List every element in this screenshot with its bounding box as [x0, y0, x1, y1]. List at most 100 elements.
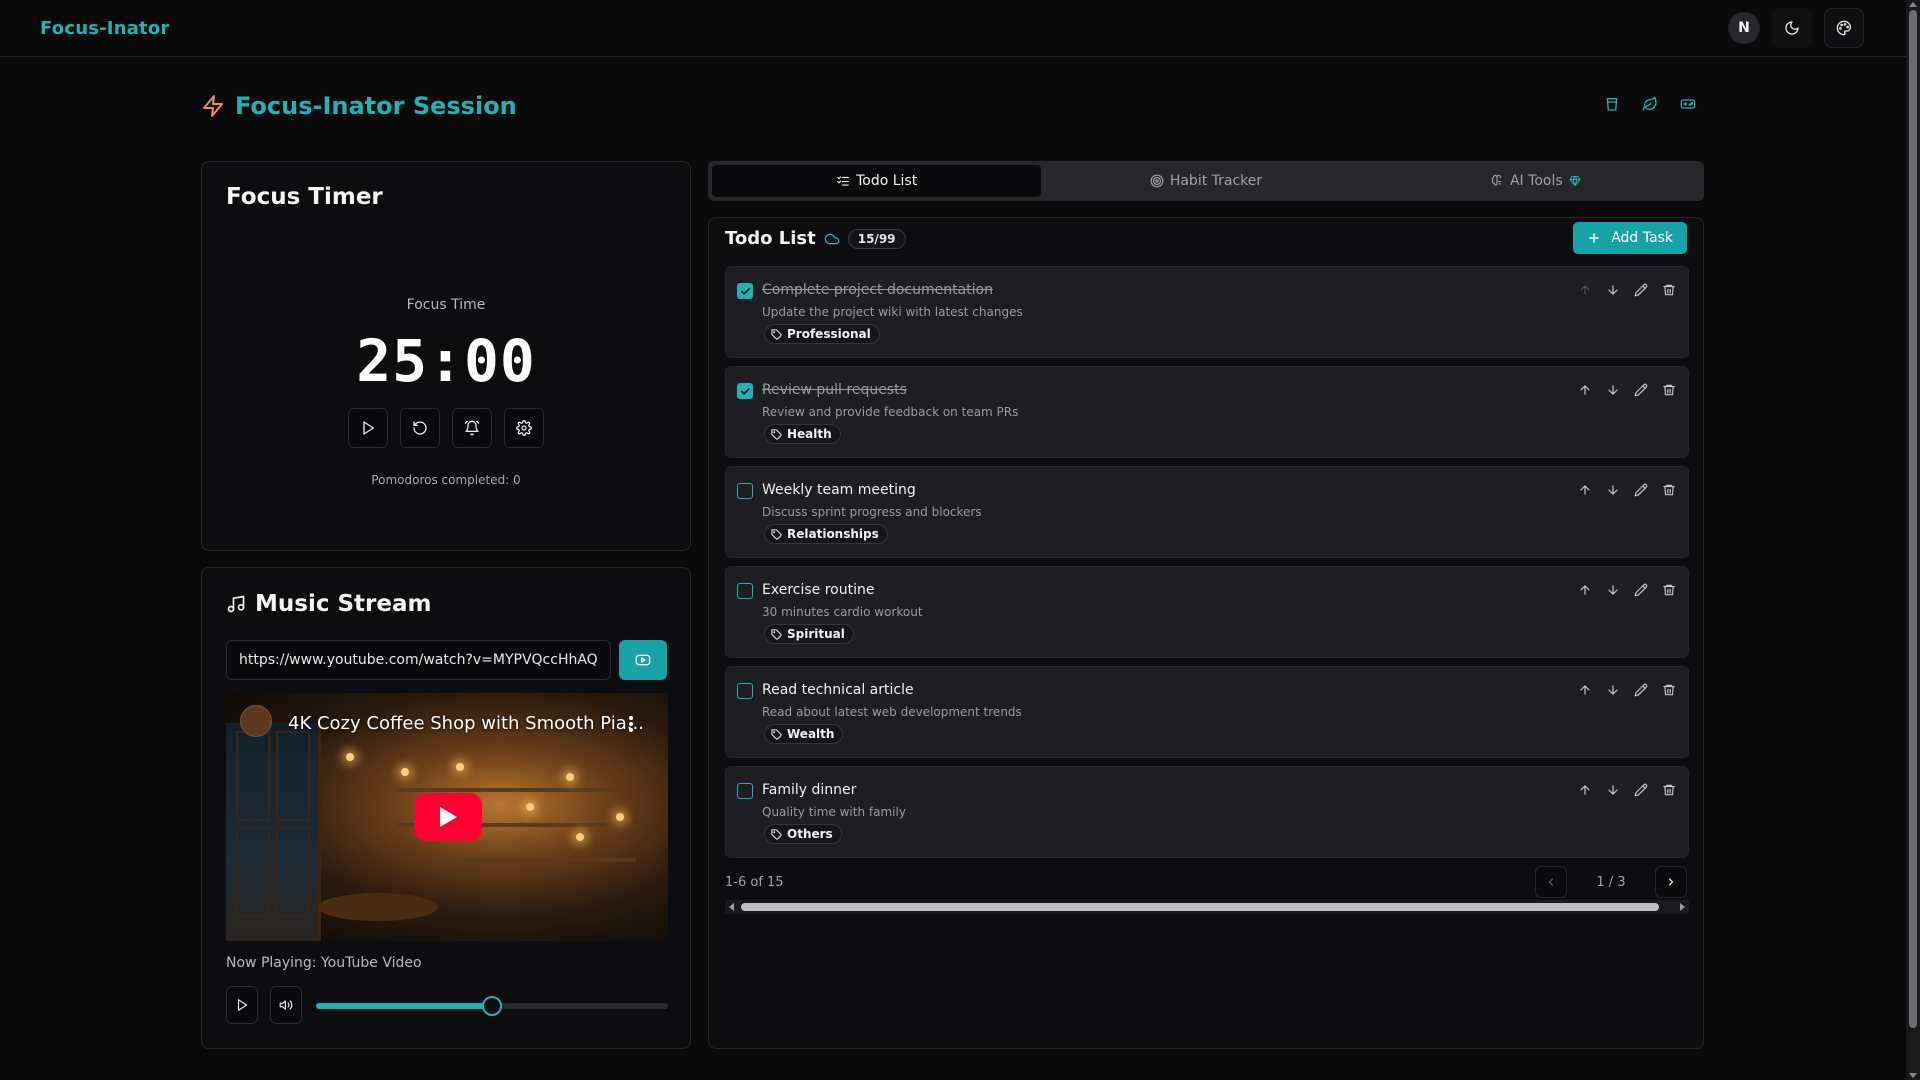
todo-checkbox[interactable]: [737, 783, 753, 799]
tag-label: Wealth: [787, 727, 835, 741]
video-title[interactable]: 4K Cozy Coffee Shop with Smooth Pia...: [288, 713, 644, 734]
youtube-icon: [635, 652, 651, 668]
page-scrollbar[interactable]: [1906, 0, 1920, 1080]
reset-icon: [412, 420, 428, 436]
music-play-button[interactable]: [226, 986, 258, 1024]
move-down-icon[interactable]: [1606, 483, 1620, 497]
move-down-icon[interactable]: [1606, 783, 1620, 797]
youtube-play-button[interactable]: [414, 793, 482, 841]
theme-toggle-button[interactable]: [1772, 8, 1812, 48]
move-up-icon[interactable]: [1578, 383, 1592, 397]
tag-label: Relationships: [787, 527, 879, 541]
trash-icon[interactable]: [1662, 383, 1676, 397]
tab-label: Habit Tracker: [1169, 173, 1263, 189]
todo-checkbox[interactable]: [737, 683, 753, 699]
tag-label: Others: [787, 827, 833, 841]
todo-item[interactable]: Review pull requests Review and provide f…: [725, 366, 1689, 458]
timer-play-button[interactable]: [348, 408, 388, 448]
tag-label: Spiritual: [787, 627, 845, 641]
youtube-url-input[interactable]: [226, 640, 611, 680]
timer-alarm-button[interactable]: [452, 408, 492, 448]
tag-label: Professional: [787, 327, 871, 341]
add-task-button[interactable]: Add Task: [1573, 222, 1687, 254]
chevron-left-icon: [1545, 876, 1557, 888]
todo-title: Weekly team meeting: [762, 482, 916, 498]
scrollbar-thumb[interactable]: [1909, 10, 1917, 1028]
brain-icon: [1490, 174, 1504, 188]
trash-icon[interactable]: [1662, 583, 1676, 597]
move-up-icon[interactable]: [1578, 283, 1592, 297]
todo-category-tag: Relationships: [764, 524, 888, 544]
more-options-icon[interactable]: [628, 715, 634, 733]
scroll-right-arrow-icon[interactable]: [1680, 903, 1685, 911]
brand-logo[interactable]: Focus-Inator: [40, 18, 170, 39]
scroll-up-arrow-icon[interactable]: [1909, 2, 1917, 7]
timer-mode-label: Focus Time: [406, 297, 486, 313]
todo-description: Discuss sprint progress and blockers: [762, 505, 982, 519]
volume-button[interactable]: [270, 986, 302, 1024]
edit-icon[interactable]: [1634, 683, 1648, 697]
todo-actions: [1578, 683, 1676, 697]
trash-icon[interactable]: [1662, 683, 1676, 697]
avatar[interactable]: N: [1728, 12, 1760, 44]
scroll-down-arrow-icon[interactable]: [1909, 1073, 1917, 1078]
move-down-icon[interactable]: [1606, 683, 1620, 697]
edit-icon[interactable]: [1634, 383, 1648, 397]
todo-items: Complete project documentation Update the…: [725, 266, 1689, 866]
move-down-icon[interactable]: [1606, 283, 1620, 297]
move-up-icon[interactable]: [1578, 583, 1592, 597]
volume-slider[interactable]: [316, 996, 668, 1016]
todo-checkbox[interactable]: [737, 383, 753, 399]
trash-icon[interactable]: [1662, 283, 1676, 297]
edit-icon[interactable]: [1634, 583, 1648, 597]
volume-slider-handle[interactable]: [482, 996, 502, 1016]
todo-item[interactable]: Complete project documentation Update the…: [725, 266, 1689, 358]
palette-button[interactable]: [1824, 8, 1864, 48]
edit-icon[interactable]: [1634, 483, 1648, 497]
target-icon: [1150, 174, 1164, 188]
tab-habit-tracker[interactable]: Habit Tracker: [1041, 165, 1370, 197]
previous-page-button[interactable]: [1535, 866, 1567, 898]
video-scene-table: [318, 893, 438, 921]
next-page-button[interactable]: [1655, 866, 1687, 898]
todo-item[interactable]: Weekly team meeting Discuss sprint progre…: [725, 466, 1689, 558]
now-playing-label: Now Playing: YouTube Video: [226, 955, 422, 971]
tag-icon: [771, 628, 782, 640]
todo-actions: [1578, 483, 1676, 497]
check-icon: [740, 286, 751, 297]
horizontal-scrollbar-thumb[interactable]: [741, 903, 1659, 911]
todo-item[interactable]: Read technical article Read about latest …: [725, 666, 1689, 758]
plus-icon: [1587, 231, 1601, 245]
todo-actions: [1578, 283, 1676, 297]
todo-checkbox[interactable]: [737, 483, 753, 499]
leaf-icon[interactable]: [1642, 96, 1658, 112]
session-title-text: Focus-Inator Session: [235, 92, 517, 120]
move-up-icon[interactable]: [1578, 783, 1592, 797]
youtube-video-embed[interactable]: 4K Cozy Coffee Shop with Smooth Pia...: [226, 693, 668, 941]
timer-settings-button[interactable]: [504, 408, 544, 448]
music-stream-header: Music Stream: [226, 591, 431, 617]
edit-icon[interactable]: [1634, 783, 1648, 797]
tab-label: Todo List: [856, 173, 918, 189]
trash-icon[interactable]: [1662, 783, 1676, 797]
gamepad-icon[interactable]: [1680, 96, 1696, 112]
lightning-icon: [201, 94, 225, 118]
todo-checkbox[interactable]: [737, 283, 753, 299]
todo-item[interactable]: Exercise routine 30 minutes cardio workou…: [725, 566, 1689, 658]
move-down-icon[interactable]: [1606, 383, 1620, 397]
edit-icon[interactable]: [1634, 283, 1648, 297]
todo-checkbox[interactable]: [737, 583, 753, 599]
tag-icon: [771, 828, 782, 840]
move-down-icon[interactable]: [1606, 583, 1620, 597]
timer-reset-button[interactable]: [400, 408, 440, 448]
scroll-left-arrow-icon[interactable]: [729, 903, 734, 911]
move-up-icon[interactable]: [1578, 683, 1592, 697]
move-up-icon[interactable]: [1578, 483, 1592, 497]
trash-icon[interactable]: [1662, 483, 1676, 497]
todo-item[interactable]: Family dinner Quality time with family Oth…: [725, 766, 1689, 858]
tab-todo-list[interactable]: Todo List: [712, 165, 1042, 197]
cup-icon[interactable]: [1604, 96, 1620, 112]
load-video-button[interactable]: [619, 640, 667, 680]
horizontal-scrollbar[interactable]: [725, 900, 1689, 914]
tab-ai-tools[interactable]: AI Tools: [1371, 165, 1700, 197]
